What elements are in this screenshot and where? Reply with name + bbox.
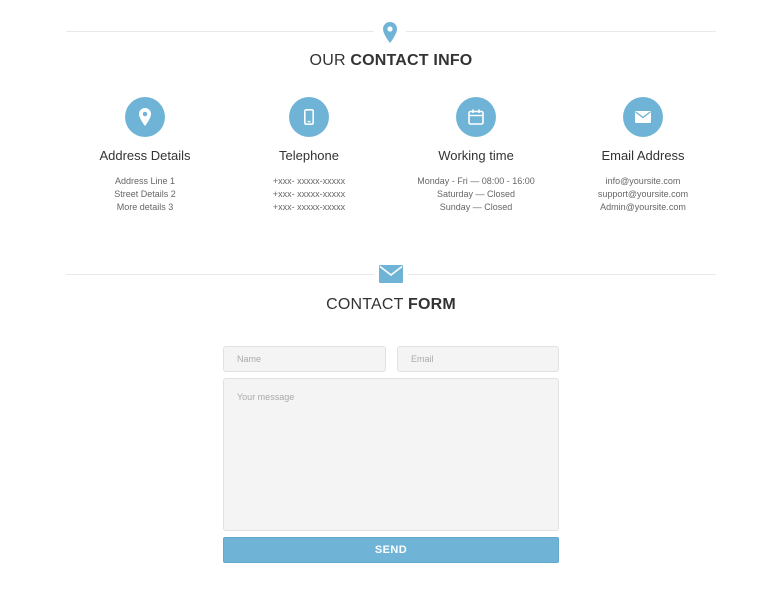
contact-form-title: CONTACT FORM <box>326 296 456 313</box>
email-line: info@yoursite.com <box>605 176 681 186</box>
phone-number: +xxx- xxxxx-xxxxx <box>272 202 346 212</box>
email-input[interactable] <box>397 346 559 372</box>
mobile-phone-icon <box>289 97 329 137</box>
address-line: More details 3 <box>116 202 174 212</box>
envelope-icon <box>374 264 408 284</box>
calendar-icon <box>456 97 496 137</box>
message-textarea[interactable] <box>223 378 559 531</box>
column-title: Working time <box>438 148 514 163</box>
address-line: Address Line 1 <box>114 176 176 186</box>
contact-page: OUR CONTACT INFO Address Details Address… <box>0 0 782 594</box>
map-pin-icon <box>125 97 165 137</box>
address-line: Street Details 2 <box>114 189 176 199</box>
hours-line: Saturday — Closed <box>436 189 516 199</box>
name-input[interactable] <box>223 346 386 372</box>
envelope-icon <box>623 97 663 137</box>
working-time-column: Working time Monday - Fri — 08:00 - 16:0… <box>396 97 556 214</box>
column-title: Email Address <box>601 148 685 163</box>
column-title: Address Details <box>99 148 191 163</box>
hours-line: Sunday — Closed <box>439 202 513 212</box>
send-button[interactable]: SEND <box>223 537 559 563</box>
map-pin-icon <box>374 20 406 44</box>
phone-number: +xxx- xxxxx-xxxxx <box>272 176 346 186</box>
contact-info-title: OUR CONTACT INFO <box>309 52 473 69</box>
hours-line: Monday - Fri — 08:00 - 16:00 <box>417 176 535 186</box>
email-address-column: Email Address info@yoursite.com support@… <box>563 97 723 214</box>
address-details-column: Address Details Address Line 1 Street De… <box>65 97 225 214</box>
telephone-column: Telephone +xxx- xxxxx-xxxxx +xxx- xxxxx-… <box>229 97 389 214</box>
email-line: support@yoursite.com <box>597 189 689 199</box>
column-title: Telephone <box>279 148 339 163</box>
email-line: Admin@yoursite.com <box>600 202 686 212</box>
phone-number: +xxx- xxxxx-xxxxx <box>272 189 346 199</box>
